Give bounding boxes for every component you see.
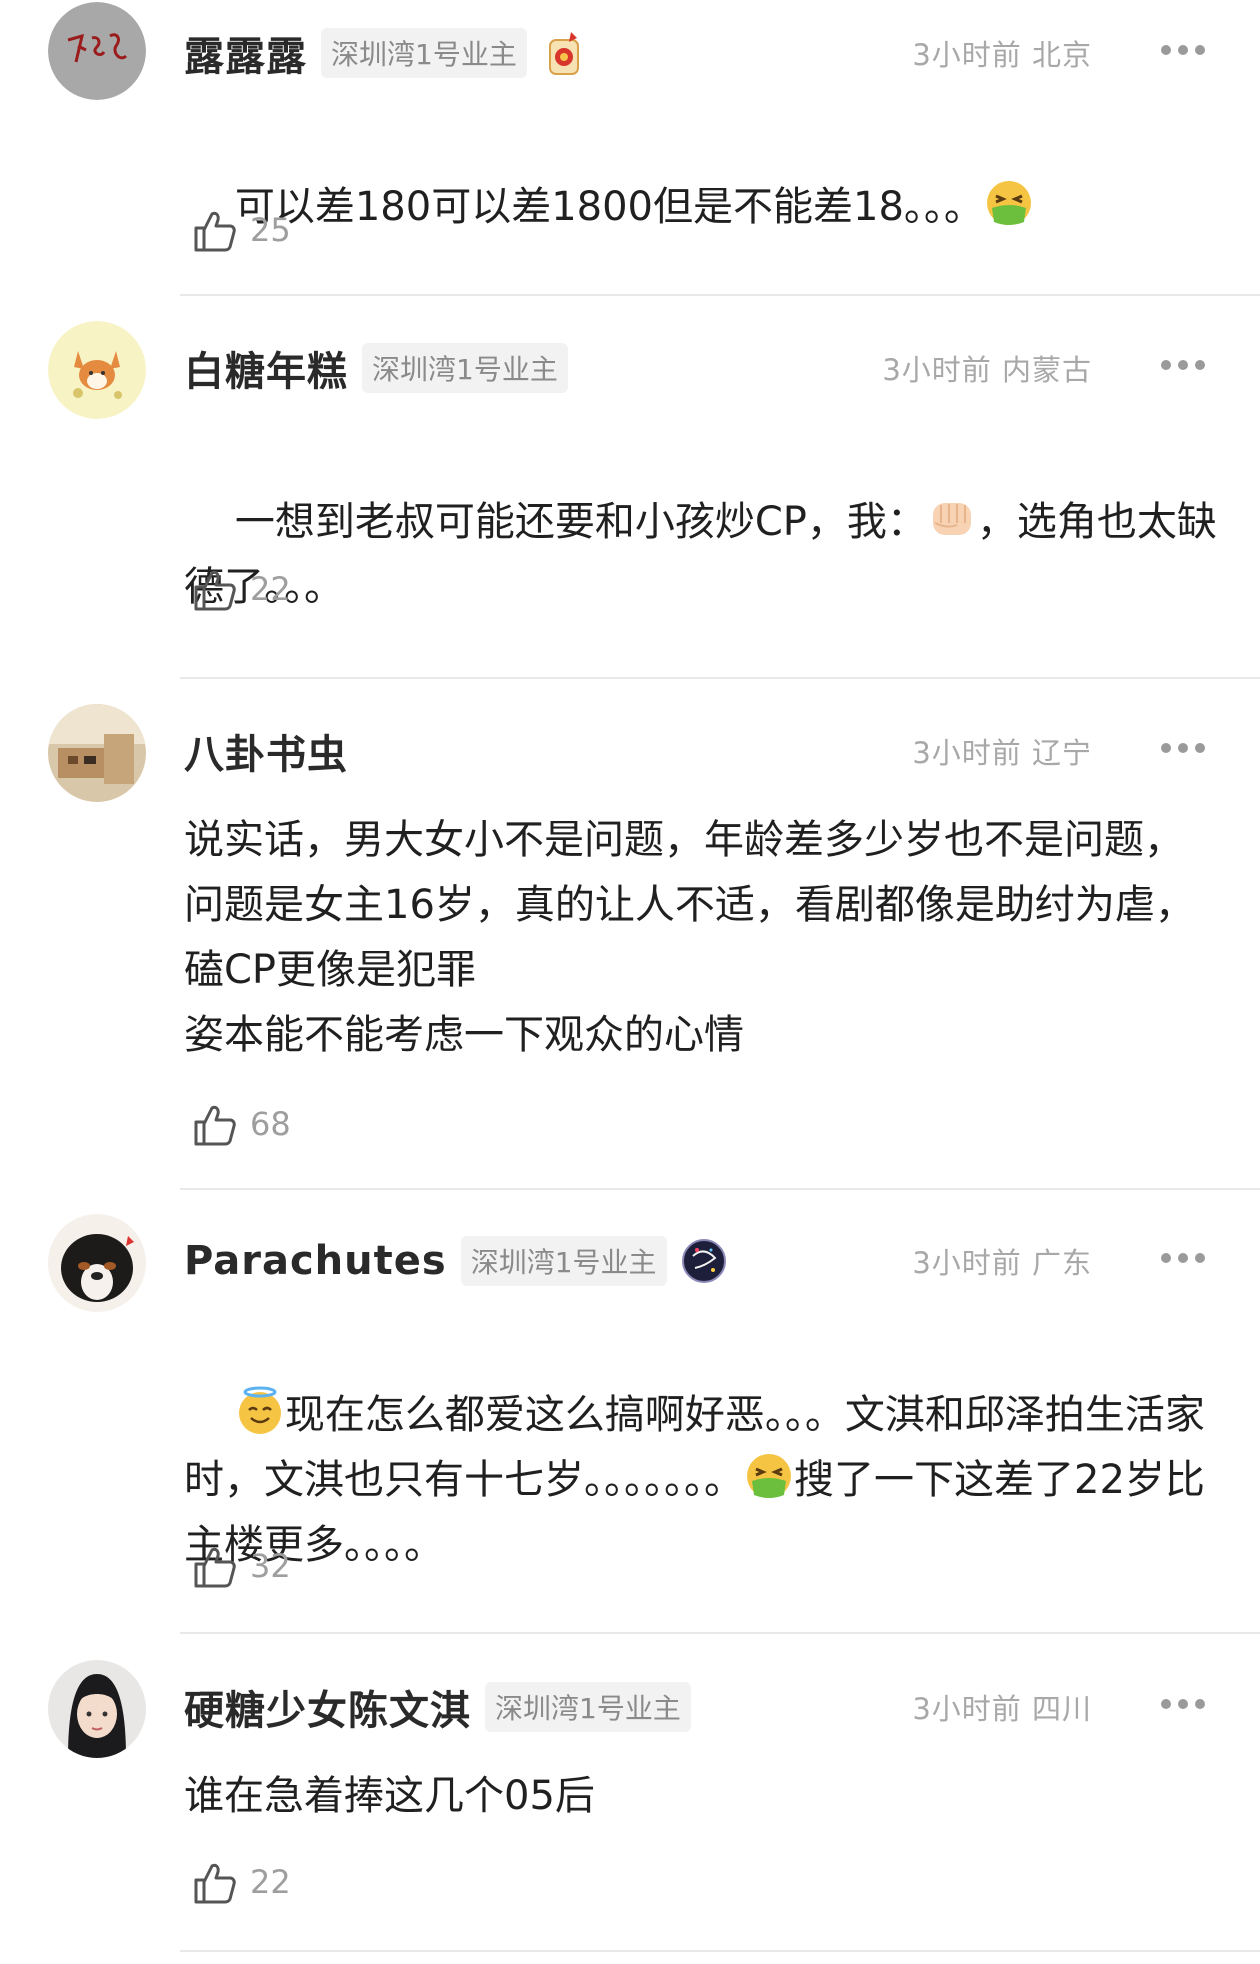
more-options-icon[interactable]	[1158, 1250, 1208, 1266]
timestamp-location: 3小时前 广东	[912, 1246, 1092, 1280]
more-options-icon[interactable]	[1158, 357, 1208, 373]
dog-avatar-icon	[48, 1214, 146, 1312]
username[interactable]: 八卦书虫	[184, 722, 348, 780]
comment-header: 八卦书虫	[184, 726, 348, 778]
like-button[interactable]: 25	[190, 204, 291, 256]
starry-medal-icon	[681, 1239, 726, 1283]
like-button[interactable]: 68	[190, 1098, 291, 1150]
divider	[180, 1950, 1260, 1952]
owner-badge: 深圳湾1号业主	[321, 28, 527, 78]
avatar[interactable]	[48, 2, 146, 100]
like-count: 22	[250, 1863, 291, 1901]
fox-avatar-icon	[48, 321, 146, 419]
thumbs-up-icon	[190, 1100, 238, 1148]
lantern-medal-icon	[548, 32, 579, 75]
divider	[180, 1188, 1260, 1190]
username[interactable]: 硬糖少女陈文淇	[184, 1678, 471, 1736]
fist-emoji-icon	[932, 503, 971, 535]
room-photo-avatar-icon	[48, 704, 146, 802]
avatar[interactable]	[48, 1214, 146, 1312]
girl-avatar-icon	[48, 1660, 146, 1758]
thumbs-up-icon	[190, 1542, 238, 1590]
timestamp-location: 3小时前 辽宁	[912, 736, 1092, 770]
nauseated-emoji-icon	[747, 1454, 791, 1498]
avatar[interactable]	[48, 704, 146, 802]
calligraphy-avatar-icon	[48, 2, 146, 100]
divider	[180, 1632, 1260, 1634]
comment-text: 一想到老叔可能还要和小孩炒CP，我： ，选角也太缺德了。。。	[184, 425, 1220, 685]
comment-text: 可以差180可以差1800但是不能差18。。。	[184, 110, 1220, 305]
timestamp-location: 3小时前 内蒙古	[882, 353, 1092, 387]
comment-text: 谁在急着捧这几个05后	[184, 1773, 595, 1819]
divider	[180, 294, 1260, 296]
username[interactable]: 白糖年糕	[184, 339, 348, 397]
timestamp-location: 3小时前 四川	[912, 1692, 1092, 1726]
comment-text: 现在怎么都爱这么搞啊好恶。。。文淇和邱泽拍生活家时，文淇也只有十七岁。。。。。。…	[184, 1318, 1220, 1643]
comment-text-part: 一想到老叔可能还要和小孩炒CP，我：	[234, 499, 927, 545]
nauseated-emoji-icon	[986, 181, 1031, 225]
comment-header: Parachutes 深圳湾1号业主	[184, 1236, 727, 1286]
like-button[interactable]: 22	[190, 563, 291, 615]
comment-text-part: 可以差180可以差1800但是不能差18。。。	[234, 184, 984, 230]
divider	[180, 677, 1260, 679]
like-count: 22	[250, 570, 291, 608]
thumbs-up-icon	[190, 1858, 238, 1906]
timestamp-location: 3小时前 北京	[912, 38, 1092, 72]
avatar[interactable]	[48, 1660, 146, 1758]
more-options-icon[interactable]	[1158, 1696, 1208, 1712]
halo-smile-emoji-icon	[238, 1386, 281, 1434]
more-options-icon[interactable]	[1158, 42, 1208, 58]
owner-badge: 深圳湾1号业主	[485, 1682, 691, 1732]
like-count: 25	[250, 211, 291, 249]
thumbs-up-icon	[190, 206, 238, 254]
avatar[interactable]	[48, 321, 146, 419]
comment-header: 白糖年糕 深圳湾1号业主	[184, 343, 568, 395]
thumbs-up-icon	[190, 565, 238, 613]
like-button[interactable]: 22	[190, 1856, 291, 1908]
comment-header: 硬糖少女陈文淇 深圳湾1号业主	[184, 1682, 691, 1734]
owner-badge: 深圳湾1号业主	[362, 343, 568, 393]
username[interactable]: Parachutes	[184, 1238, 447, 1284]
comment-text: 说实话，男大女小不是问题，年龄差多少岁也不是问题，问题是女主16岁，真的让人不适…	[184, 817, 1195, 1058]
comment-header: 露露露 深圳湾1号业主	[184, 28, 587, 80]
owner-badge: 深圳湾1号业主	[460, 1236, 667, 1286]
like-count: 32	[250, 1547, 291, 1585]
username[interactable]: 露露露	[184, 24, 307, 82]
like-count: 68	[250, 1105, 291, 1143]
more-options-icon[interactable]	[1158, 740, 1208, 756]
like-button[interactable]: 32	[190, 1540, 291, 1592]
